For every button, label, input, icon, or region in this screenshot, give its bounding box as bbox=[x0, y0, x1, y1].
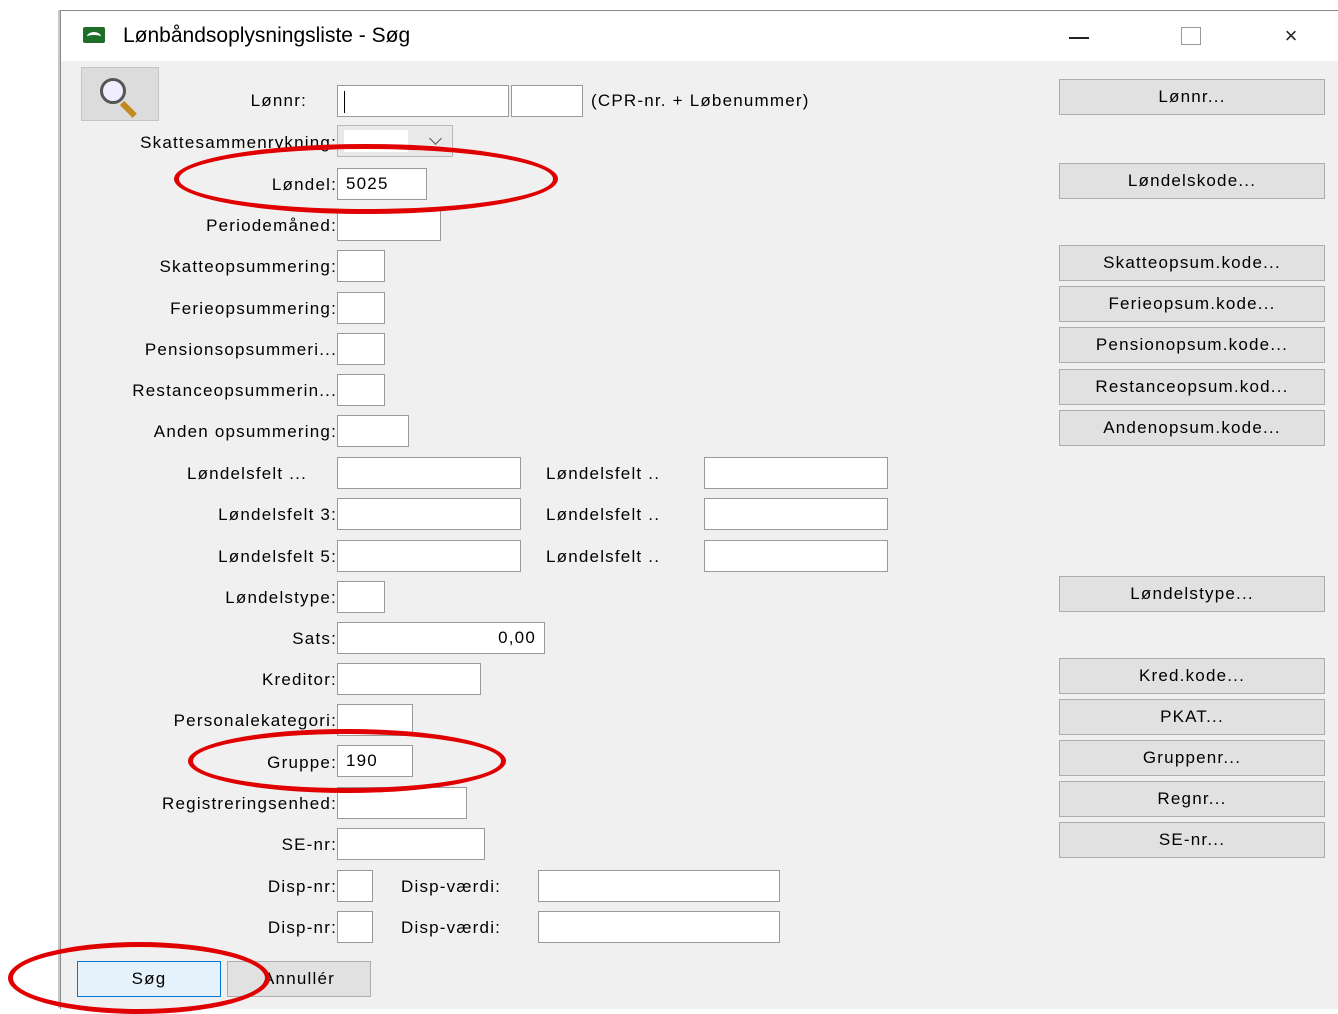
anden-opsummering-label: Anden opsummering: bbox=[153, 422, 337, 441]
restanceopsum-kode-button[interactable]: Restanceopsum.kod... bbox=[1059, 369, 1325, 405]
kreditor-input[interactable] bbox=[337, 663, 481, 695]
anden-opsummering-input[interactable] bbox=[337, 415, 409, 447]
londelstype-lookup-button[interactable]: Løndelstype... bbox=[1059, 576, 1325, 612]
londelsfelt-6-label: Løndelsfelt .. bbox=[546, 547, 661, 566]
magnifier-handle bbox=[119, 100, 137, 118]
ferieopsummering-input[interactable] bbox=[337, 292, 385, 324]
minimize-button[interactable] bbox=[1051, 19, 1107, 53]
skatteopsum-kode-button[interactable]: Skatteopsum.kode... bbox=[1059, 245, 1325, 281]
londelsfelt-2-label: Løndelsfelt .. bbox=[546, 464, 661, 483]
gruppenr-button[interactable]: Gruppenr... bbox=[1059, 740, 1325, 776]
title-bar: Lønbåndsoplysningsliste - Søg × bbox=[61, 11, 1338, 61]
pensionsopsummering-label: Pensionsopsummeri... bbox=[144, 340, 337, 359]
skatteopsummering-input[interactable] bbox=[337, 250, 385, 282]
close-button[interactable]: × bbox=[1263, 19, 1319, 53]
magnifier-lens bbox=[100, 78, 126, 104]
lonnr-label: Lønnr: bbox=[250, 91, 307, 110]
londelstype-label: Løndelstype: bbox=[225, 588, 337, 607]
disp-vaerdi-1-label: Disp-værdi: bbox=[401, 877, 502, 896]
maximize-button[interactable] bbox=[1161, 19, 1217, 53]
londelsfelt-1-input[interactable] bbox=[337, 457, 521, 489]
londelsfelt-6-input[interactable] bbox=[704, 540, 888, 572]
disp-vaerdi-2-input[interactable] bbox=[538, 911, 780, 943]
window-title: Lønbåndsoplysningsliste - Søg bbox=[123, 24, 411, 47]
disp-vaerdi-1-input[interactable] bbox=[538, 870, 780, 902]
londelsfelt-3-label: Løndelsfelt 3: bbox=[218, 505, 337, 524]
sats-label: Sats: bbox=[292, 629, 337, 648]
disp-nr-1-label: Disp-nr: bbox=[267, 877, 337, 896]
ferieopsum-kode-button[interactable]: Ferieopsum.kode... bbox=[1059, 286, 1325, 322]
londelsfelt-1-label: Løndelsfelt ... bbox=[186, 464, 307, 483]
disp-nr-2-input[interactable] bbox=[337, 911, 373, 943]
lonnr-lookup-button[interactable]: Lønnr... bbox=[1059, 79, 1325, 115]
londelsfelt-3-input[interactable] bbox=[337, 498, 521, 530]
kreditor-label: Kreditor: bbox=[261, 670, 337, 689]
personalekategori-label: Personalekategori: bbox=[173, 711, 337, 730]
annotation-circle-sog bbox=[8, 942, 270, 1014]
annotation-circle-londel bbox=[174, 144, 558, 214]
disp-nr-2-label: Disp-nr: bbox=[267, 918, 337, 937]
restanceopsummering-input[interactable] bbox=[337, 374, 385, 406]
app-icon bbox=[83, 27, 105, 43]
chevron-down-icon bbox=[429, 132, 442, 145]
disp-vaerdi-2-label: Disp-værdi: bbox=[401, 918, 502, 937]
lonnr-input[interactable] bbox=[337, 85, 509, 117]
londelskode-lookup-button[interactable]: Løndelskode... bbox=[1059, 163, 1325, 199]
londelsfelt-5-input[interactable] bbox=[337, 540, 521, 572]
kred-kode-button[interactable]: Kred.kode... bbox=[1059, 658, 1325, 694]
andenopsum-kode-button[interactable]: Andenopsum.kode... bbox=[1059, 410, 1325, 446]
londelsfelt-5-label: Løndelsfelt 5: bbox=[218, 547, 337, 566]
lonnr-hint: (CPR-nr. + Løbenummer) bbox=[591, 91, 810, 110]
periodemaned-label: Periodemåned: bbox=[206, 216, 337, 235]
pensionopsum-kode-button[interactable]: Pensionopsum.kode... bbox=[1059, 327, 1325, 363]
londelsfelt-2-input[interactable] bbox=[704, 457, 888, 489]
londelsfelt-4-input[interactable] bbox=[704, 498, 888, 530]
pkat-button[interactable]: PKAT... bbox=[1059, 699, 1325, 735]
se-nr-label: SE-nr: bbox=[281, 835, 337, 854]
londelstype-input[interactable] bbox=[337, 581, 385, 613]
se-nr-lookup-button[interactable]: SE-nr... bbox=[1059, 822, 1325, 858]
londelsfelt-4-label: Løndelsfelt .. bbox=[546, 505, 661, 524]
annotation-circle-gruppe bbox=[188, 729, 506, 793]
text-caret bbox=[344, 90, 345, 113]
registreringsenhed-label: Registreringsenhed: bbox=[162, 794, 337, 813]
regnr-button[interactable]: Regnr... bbox=[1059, 781, 1325, 817]
pensionsopsummering-input[interactable] bbox=[337, 333, 385, 365]
restanceopsummering-label: Restanceopsummerin... bbox=[132, 381, 337, 400]
lobenummer-input[interactable] bbox=[511, 85, 583, 117]
sats-input[interactable]: 0,00 bbox=[337, 622, 545, 654]
skatteopsummering-label: Skatteopsummering: bbox=[159, 257, 337, 276]
disp-nr-1-input[interactable] bbox=[337, 870, 373, 902]
se-nr-input[interactable] bbox=[337, 828, 485, 860]
ferieopsummering-label: Ferieopsummering: bbox=[170, 299, 337, 318]
magnifier-icon bbox=[81, 67, 159, 121]
